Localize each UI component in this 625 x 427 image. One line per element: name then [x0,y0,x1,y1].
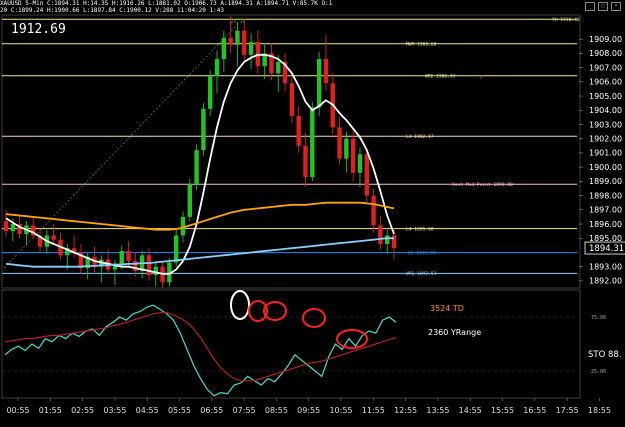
candle-body [153,266,158,276]
annotation-td: 3524 TD [430,304,464,313]
candle-body [173,235,179,263]
level-label: YH 1910.40 [552,17,580,23]
candle-body [337,127,342,159]
candle-body [276,61,281,74]
time-tick-label: 04:55 [136,406,159,415]
indicator-series-line [4,312,397,382]
candle-body [316,59,322,108]
candle-body [208,76,213,109]
time-tick-label: 10:55 [329,406,352,415]
level-label: WRI 1892.53 [406,271,437,277]
candle-body [187,184,192,217]
price-tick-label: 1896.00 [589,220,622,229]
indicator-value: 88. [608,350,622,360]
price-tick-label: 1899.00 [589,177,622,186]
price-tick-label: 1892.00 [589,277,622,286]
indicator-tick-label: 25.00 [591,369,606,375]
candle-body [133,260,138,271]
price-panel-frame [1,14,581,289]
chart-canvas: 00:55 01:55 02:55 03:55 04:55 05:55 06:55 07:55… [1,14,625,415]
indicator-tick-label: 75.00 [591,315,606,321]
price-tick-label: 1901.00 [589,149,622,158]
price-tick-label: 1897.00 [589,206,622,215]
level-label: MWR 1908.68 [406,42,437,48]
price-tick-label: 1909.00 [589,35,622,44]
candle-body [242,30,247,55]
time-tick-label: 07:55 [233,406,256,415]
candle-body [214,59,220,77]
candle-body [248,42,254,55]
highlight-circle [336,329,368,349]
candle-body [371,195,376,226]
time-tick-label: 08:55 [265,406,288,415]
peak-label: 29.35 [230,19,245,25]
marker-icon: + [479,75,483,82]
indicator-series-line [4,304,397,397]
time-tick-label: 02:55 [71,406,94,415]
time-tick-label: 13:55 [426,406,449,415]
time-tick-label: 12:55 [394,406,417,415]
time-tick-label: 09:55 [297,406,320,415]
candle-body [350,138,356,173]
time-tick-label: 06:55 [200,406,223,415]
candle-body [194,150,199,185]
time-tick-label: 11:55 [362,406,385,415]
candle-body [3,221,9,232]
candle-body [289,83,295,116]
time-tick-label: 00:55 [6,406,29,415]
candle-body [296,115,301,146]
annotation-yrange: 2360 YRange [428,328,481,337]
indicator-name: STO [588,350,606,360]
price-tick-label: 1893.00 [589,262,622,271]
time-tick-label: 17:55 [556,406,579,415]
level-label: L5 1893.99 [408,250,436,256]
time-tick-label: 03:55 [103,406,126,415]
current-price-label: 1894.31 [589,244,624,254]
level-label: Yest Mid Point 1898.80 [452,182,513,188]
candle-body [378,225,383,244]
candle-body [303,145,308,178]
candle-body [180,216,186,236]
time-tick-label: 05:55 [168,406,191,415]
candle-body [310,107,315,178]
candle-body [384,235,390,244]
time-tick-label: 18:55 [588,406,611,415]
candle-body [344,138,349,159]
level-label: L4 1895.68 [406,226,434,232]
candle-body [364,154,369,196]
candle-body [221,37,227,60]
level-label: L3 1902.17 [406,134,434,140]
time-tick-label: 01:55 [39,406,62,415]
price-tick-label: 1902.00 [589,135,622,144]
candle-body [146,255,152,276]
candle-body [357,154,363,173]
candle-body [119,251,124,264]
candle-body [51,235,56,240]
candle-body [228,37,233,45]
time-tick-label: 16:55 [523,406,546,415]
price-tick-label: 1904.00 [589,106,622,115]
candle-body [201,108,206,151]
candle-body [126,251,131,261]
candle-body [235,30,240,45]
price-tick-label: 1905.00 [589,92,622,101]
highlight-circle [230,290,250,320]
price-tick-label: 1906.00 [589,78,622,87]
price-tick-label: 1903.00 [589,120,622,129]
candle-body [391,235,397,249]
price-tick-label: 1908.00 [589,49,622,58]
moving-average-line [5,53,395,275]
indicator-panel-frame [1,289,581,399]
time-tick-label: 14:55 [459,406,482,415]
highlight-circle [302,308,326,328]
price-tick-label: 1900.00 [589,163,622,172]
price-tick-label: 1898.00 [589,191,622,200]
candle-body [323,59,329,84]
level-label: WRI 1906.43 [425,74,456,80]
time-tick-label: 15:55 [491,406,514,415]
price-tick-label: 1907.00 [589,63,622,72]
candle-body [10,224,16,232]
